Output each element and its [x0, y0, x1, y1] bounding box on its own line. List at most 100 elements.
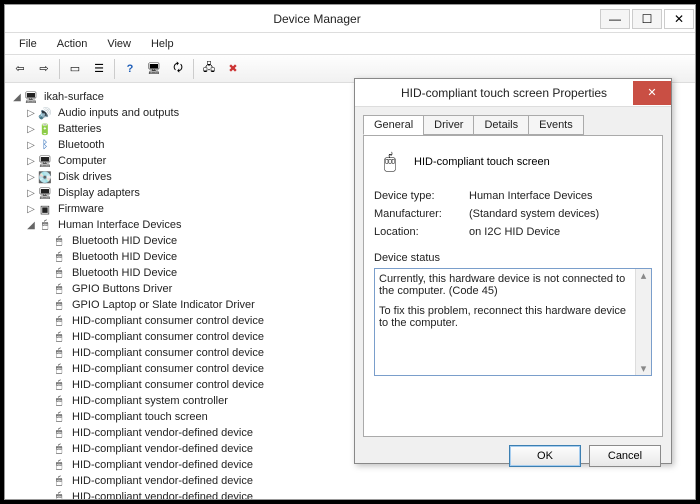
root-label: ikah-surface [42, 90, 106, 104]
status-text-1: Currently, this hardware device is not c… [379, 273, 647, 297]
disable-button[interactable]: ✖ [222, 58, 244, 80]
separator [59, 59, 60, 79]
chip-icon: ▣ [37, 201, 53, 217]
window-title: Device Manager [35, 12, 599, 26]
close-button[interactable]: ✕ [664, 9, 694, 29]
device-icon: 🖧 [203, 59, 215, 78]
leaf-label: Bluetooth HID Device [70, 266, 179, 280]
tab-driver[interactable]: Driver [423, 115, 474, 135]
hid-device-icon: 🖱 [51, 345, 67, 361]
menu-file[interactable]: File [9, 35, 47, 53]
leaf-label: HID-compliant vendor-defined device [70, 426, 255, 440]
refresh-icon: 🗘 [173, 59, 183, 78]
device-x-icon: ✖ [228, 62, 237, 75]
dialog-buttons: OK Cancel [355, 445, 671, 475]
expand-icon[interactable]: ▷ [25, 188, 37, 199]
tree-leaf[interactable]: 🖱HID-compliant vendor-defined device [11, 489, 691, 499]
device-header: 🖱 HID-compliant touch screen [374, 146, 652, 178]
value-location: on I2C HID Device [469, 226, 652, 238]
label-device-type: Device type: [374, 190, 469, 202]
expand-icon[interactable]: ▷ [25, 124, 37, 135]
hid-device-icon: 🖱 [51, 393, 67, 409]
uninstall-button[interactable]: 🖧 [198, 58, 220, 80]
tab-details[interactable]: Details [473, 115, 529, 135]
menu-help[interactable]: Help [141, 35, 184, 53]
display-icon: 🖥 [37, 185, 53, 201]
ok-button[interactable]: OK [509, 445, 581, 467]
tab-events[interactable]: Events [528, 115, 584, 135]
collapse-icon[interactable]: ◢ [11, 92, 23, 103]
dialog-close-button[interactable]: ✕ [633, 81, 671, 105]
leaf-label: HID-compliant consumer control device [70, 346, 266, 360]
leaf-label: HID-compliant vendor-defined device [70, 474, 255, 488]
leaf-label: GPIO Buttons Driver [70, 282, 174, 296]
cancel-button[interactable]: Cancel [589, 445, 661, 467]
scroll-up-icon: ▴ [641, 269, 647, 282]
show-hide-button[interactable]: ▭ [64, 58, 86, 80]
update-button[interactable]: 🗘 [167, 58, 189, 80]
close-icon: ✕ [647, 86, 656, 99]
separator [193, 59, 194, 79]
window-controls: — ☐ ✕ [599, 7, 695, 31]
hid-device-icon: 🖱 [51, 473, 67, 489]
label-device-status: Device status [374, 252, 652, 264]
hid-device-icon: 🖱 [51, 265, 67, 281]
arrow-left-icon: ⇦ [15, 62, 24, 75]
properties-button[interactable]: ☰ [88, 58, 110, 80]
leaf-label: HID-compliant vendor-defined device [70, 442, 255, 456]
hid-device-icon: 🖱 [51, 281, 67, 297]
scroll-down-icon: ▾ [641, 362, 647, 375]
expand-icon[interactable]: ▷ [25, 204, 37, 215]
tab-general[interactable]: General [363, 115, 424, 135]
monitor-icon: 🖥 [147, 62, 161, 75]
label-manufacturer: Manufacturer: [374, 208, 469, 220]
leaf-label: Bluetooth HID Device [70, 250, 179, 264]
forward-button[interactable]: ⇨ [33, 58, 55, 80]
tab-panel-general: 🖱 HID-compliant touch screen Device type… [363, 135, 663, 437]
bluetooth-icon: ᛒ [37, 137, 53, 153]
expand-icon[interactable]: ▷ [25, 172, 37, 183]
hid-device-icon: 🖱 [51, 441, 67, 457]
tree-leaf[interactable]: 🖱HID-compliant vendor-defined device [11, 473, 691, 489]
maximize-button[interactable]: ☐ [632, 9, 662, 29]
hid-device-icon: 🖱 [51, 489, 67, 499]
audio-icon: 🔊 [37, 105, 53, 121]
separator [114, 59, 115, 79]
leaf-label: HID-compliant touch screen [70, 410, 210, 424]
arrow-right-icon: ⇨ [39, 62, 48, 75]
hid-device-icon: 🖱 [51, 361, 67, 377]
dialog-titlebar: HID-compliant touch screen Properties ✕ [355, 79, 671, 107]
dialog-title: HID-compliant touch screen Properties [355, 86, 633, 100]
leaf-label: HID-compliant consumer control device [70, 314, 266, 328]
label-location: Location: [374, 226, 469, 238]
list-icon: ☰ [94, 62, 104, 75]
value-manufacturer: (Standard system devices) [469, 208, 652, 220]
expand-icon[interactable]: ▷ [25, 108, 37, 119]
hid-device-icon: 🖱 [51, 409, 67, 425]
back-button[interactable]: ⇦ [9, 58, 31, 80]
device-large-icon: 🖱 [374, 146, 406, 178]
disk-icon: 💽 [37, 169, 53, 185]
device-info: Device type: Human Interface Devices Man… [374, 190, 652, 238]
collapse-icon[interactable]: ◢ [25, 220, 37, 231]
titlebar: Device Manager — ☐ ✕ [5, 5, 695, 33]
hid-device-icon: 🖱 [51, 425, 67, 441]
menu-action[interactable]: Action [47, 35, 98, 53]
battery-icon: 🔋 [37, 121, 53, 137]
expand-icon[interactable]: ▷ [25, 140, 37, 151]
menu-view[interactable]: View [97, 35, 141, 53]
device-status-box[interactable]: Currently, this hardware device is not c… [374, 268, 652, 376]
computer-icon: 🖥 [37, 153, 53, 169]
help-icon: ? [127, 63, 134, 75]
help-button[interactable]: ? [119, 58, 141, 80]
hid-device-icon: 🖱 [51, 297, 67, 313]
leaf-label: HID-compliant consumer control device [70, 362, 266, 376]
hid-device-icon: 🖱 [51, 249, 67, 265]
scan-button[interactable]: 🖥 [143, 58, 165, 80]
status-text-2: To fix this problem, reconnect this hard… [379, 305, 647, 329]
hid-icon: 🖱 [37, 217, 53, 233]
minimize-button[interactable]: — [600, 9, 630, 29]
expand-icon[interactable]: ▷ [25, 156, 37, 167]
device-name: HID-compliant touch screen [414, 156, 550, 168]
scrollbar[interactable]: ▴▾ [635, 269, 651, 375]
